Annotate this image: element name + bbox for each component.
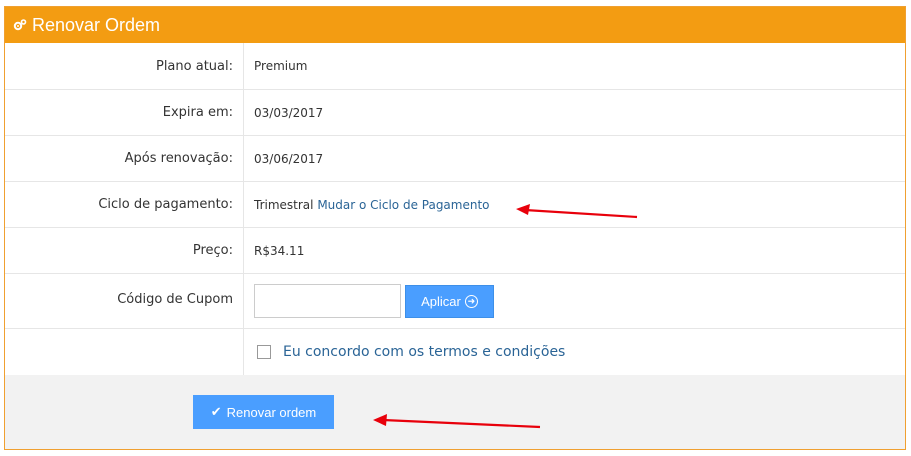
renew-order-panel: Renovar Ordem Plano atual: Premium Expir… bbox=[4, 6, 906, 450]
price-label: Preço: bbox=[5, 228, 244, 273]
arrow-right-circle-icon: ➜ bbox=[464, 294, 478, 308]
coupon-label: Código de Cupom bbox=[5, 274, 244, 328]
renew-order-button[interactable]: ✔ Renovar ordem bbox=[193, 395, 334, 429]
row-billing-cycle: Ciclo de pagamento: Trimestral Mudar o C… bbox=[5, 182, 905, 228]
panel-footer: ✔ Renovar ordem bbox=[5, 375, 905, 449]
plan-value: Premium bbox=[254, 59, 308, 73]
coupon-input[interactable] bbox=[254, 284, 401, 318]
panel-header: Renovar Ordem bbox=[5, 7, 905, 43]
price-value: R$34.11 bbox=[254, 243, 305, 258]
row-price: Preço: R$34.11 bbox=[5, 228, 905, 274]
cogs-icon bbox=[13, 18, 27, 32]
terms-text[interactable]: Eu concordo com os termos e condições bbox=[283, 344, 565, 360]
row-terms: Eu concordo com os termos e condições bbox=[5, 329, 905, 376]
row-coupon: Código de Cupom Aplicar ➜ bbox=[5, 274, 905, 329]
after-renewal-label: Após renovação: bbox=[5, 136, 244, 181]
terms-checkbox[interactable] bbox=[257, 345, 271, 359]
plan-label: Plano atual: bbox=[5, 43, 244, 89]
panel-title: Renovar Ordem bbox=[32, 14, 161, 35]
apply-label: Aplicar bbox=[421, 293, 461, 309]
coupon-cell: Aplicar ➜ bbox=[244, 274, 494, 328]
row-expires: Expira em: 03/03/2017 bbox=[5, 90, 905, 136]
terms-cell: Eu concordo com os termos e condições bbox=[244, 329, 565, 375]
expires-label: Expira em: bbox=[5, 90, 244, 135]
billing-cycle-value: Trimestral bbox=[254, 197, 314, 212]
apply-coupon-button[interactable]: Aplicar ➜ bbox=[405, 284, 494, 318]
check-icon: ✔ bbox=[210, 404, 222, 419]
expires-value: 03/03/2017 bbox=[254, 105, 324, 120]
renew-label: Renovar ordem bbox=[226, 404, 317, 420]
billing-cycle-value-cell: Trimestral Mudar o Ciclo de Pagamento bbox=[244, 182, 490, 227]
billing-cycle-label: Ciclo de pagamento: bbox=[5, 182, 244, 227]
row-after-renewal: Após renovação: 03/06/2017 bbox=[5, 136, 905, 182]
terms-label-cell bbox=[5, 329, 244, 375]
change-billing-cycle-link[interactable]: Mudar o Ciclo de Pagamento bbox=[317, 198, 489, 212]
row-plan: Plano atual: Premium bbox=[5, 43, 905, 90]
after-renewal-value: 03/06/2017 bbox=[254, 151, 324, 166]
